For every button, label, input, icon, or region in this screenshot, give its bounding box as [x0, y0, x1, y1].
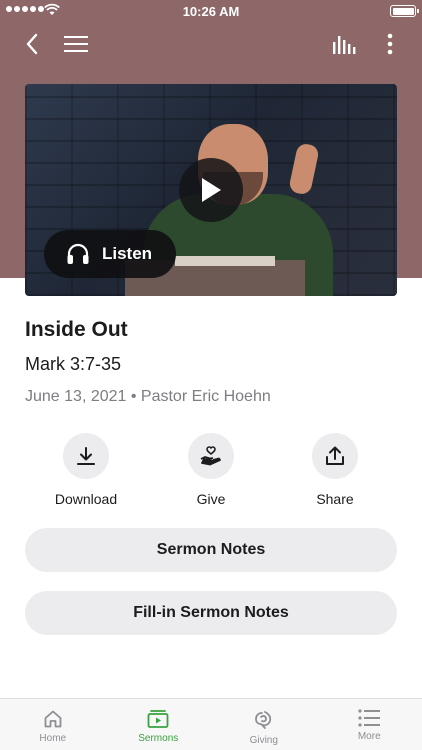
list-icon	[358, 709, 381, 727]
listen-label: Listen	[102, 244, 153, 263]
share-circle[interactable]	[312, 433, 358, 479]
hand-heart-icon	[200, 446, 221, 466]
more-options-button[interactable]	[374, 28, 406, 60]
battery-icon	[390, 5, 419, 17]
share-button[interactable]: Share	[285, 433, 385, 507]
tab-sermons-label: Sermons	[138, 733, 179, 744]
tab-giving-label: Giving	[249, 735, 278, 746]
chevron-left-icon	[26, 33, 38, 55]
vertical-dots-icon	[387, 33, 393, 55]
give-circle[interactable]	[188, 433, 234, 479]
hamburger-icon	[64, 36, 88, 52]
sermon-scripture: Mark 3:7-35	[25, 354, 122, 374]
sermon-date-speaker: June 13, 2021 • Pastor Eric Hoehn	[25, 388, 271, 405]
tab-more[interactable]: More	[317, 699, 422, 750]
menu-button[interactable]	[60, 28, 92, 60]
tab-bar: Home Sermons Giving More	[0, 698, 422, 750]
listen-button[interactable]: Listen	[44, 230, 176, 278]
audio-bars-icon	[333, 36, 356, 54]
sermon-notes-button[interactable]: Sermon Notes	[25, 528, 397, 572]
fill-in-sermon-notes-button[interactable]: Fill-in Sermon Notes	[25, 591, 397, 635]
play-button[interactable]	[179, 158, 243, 222]
play-icon	[202, 178, 221, 202]
tab-more-label: More	[357, 731, 381, 742]
download-label: Download	[54, 491, 118, 507]
download-circle[interactable]	[63, 433, 109, 479]
video-icon	[147, 710, 169, 728]
open-book	[175, 256, 275, 266]
status-bar: 10:26 AM	[0, 0, 422, 22]
download-button[interactable]: Download	[36, 433, 136, 507]
headphones-icon	[67, 243, 89, 264]
back-button[interactable]	[16, 28, 48, 60]
tab-giving[interactable]: Giving	[211, 699, 317, 750]
tab-sermons[interactable]: Sermons	[106, 699, 212, 750]
tab-home-label: Home	[39, 733, 67, 744]
download-icon	[77, 447, 95, 465]
sermon-title: Inside Out	[25, 318, 128, 341]
give-label: Give	[196, 491, 226, 507]
give-button[interactable]: Give	[161, 433, 261, 507]
home-icon	[44, 710, 62, 728]
status-time: 10:26 AM	[182, 4, 240, 19]
giving-icon	[254, 711, 271, 729]
share-label: Share	[316, 491, 354, 507]
tab-home[interactable]: Home	[0, 699, 106, 750]
share-icon	[326, 446, 344, 465]
audio-levels-button[interactable]	[328, 28, 360, 60]
